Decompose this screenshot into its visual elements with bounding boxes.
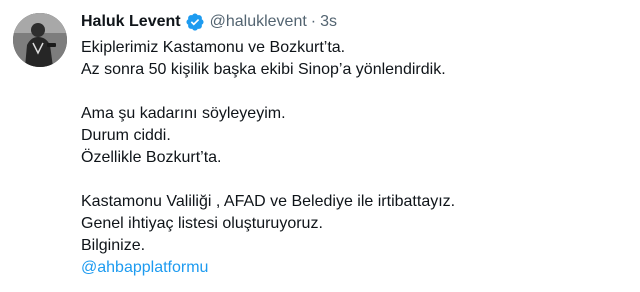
tweet-text: Ekiplerimiz Kastamonu ve Bozkurt’ta. Az … [81,37,621,279]
profile-photo-icon [13,13,67,67]
timestamp[interactable]: 3s [320,11,337,33]
user-handle[interactable]: @haluklevent [210,11,307,33]
tweet-line: Durum ciddi. [81,127,171,144]
tweet-line: Genel ihtiyaç listesi oluşturuyoruz. [81,215,323,232]
mention-link[interactable]: @ahbapplatformu [81,259,208,276]
tweet-line: Az sonra 50 kişilik başka ekibi Sinop’a … [81,61,446,78]
tweet-line: Bilginize. [81,237,146,254]
separator-dot: · [310,13,317,30]
tweet-line: Özellikle Bozkurt’ta. [81,149,222,166]
tweet-card: Haluk Levent @haluklevent · 3s Ekiplerim… [0,0,640,292]
tweet-header: Haluk Levent @haluklevent · 3s [81,11,337,33]
tweet-line: Kastamonu Valiliği , AFAD ve Belediye il… [81,193,456,210]
display-name[interactable]: Haluk Levent [81,11,181,33]
tweet-line: Ekiplerimiz Kastamonu ve Bozkurt’ta. [81,39,346,56]
avatar[interactable] [13,13,67,67]
tweet-line: Ama şu kadarını söyleyeyim. [81,105,286,122]
verified-badge-icon [185,12,205,32]
